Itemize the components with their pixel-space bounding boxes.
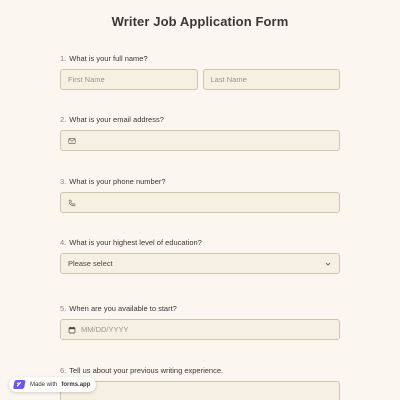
made-with-text: Made with (30, 381, 58, 388)
form-page: Writer Job Application Form 1. What is y… (0, 0, 400, 400)
form-title: Writer Job Application Form (111, 14, 289, 29)
question-text: What is your phone number? (69, 177, 166, 186)
question-education: 4. What is your highest level of educati… (60, 238, 340, 274)
start-date-input[interactable]: MM/DD/YYYY (60, 319, 340, 340)
question-number: 6. (60, 366, 67, 375)
question-label: 2. What is your email address? (60, 115, 340, 124)
forms-app-logo-icon (13, 380, 26, 389)
question-number: 1. (60, 54, 67, 63)
question-label: 4. What is your highest level of educati… (60, 238, 340, 247)
experience-textarea[interactable] (60, 381, 340, 400)
question-label: 5. When are you available to start? (60, 304, 340, 313)
question-number: 5. (60, 304, 67, 313)
education-select[interactable]: Please select (60, 253, 340, 274)
first-name-placeholder: First Name (68, 75, 105, 84)
calendar-icon (68, 326, 76, 333)
last-name-input[interactable]: Last Name (202, 69, 340, 90)
question-label: 3. What is your phone number? (60, 177, 340, 186)
question-phone: 3. What is your phone number? (60, 177, 340, 213)
question-experience: 6. Tell us about your previous writing e… (60, 366, 340, 400)
question-email: 2. What is your email address? (60, 115, 340, 151)
name-fields: First Name Last Name (60, 69, 340, 90)
envelope-icon (68, 137, 76, 144)
chevron-down-icon (325, 262, 331, 266)
question-label: 1. What is your full name? (60, 54, 340, 63)
question-number: 3. (60, 177, 67, 186)
email-input[interactable] (60, 130, 340, 151)
made-with-forms-app-badge[interactable]: Made with forms.app (9, 377, 97, 392)
phone-icon (68, 199, 76, 206)
question-start-date: 5. When are you available to start? MM/D… (60, 304, 340, 340)
question-text: What is your email address? (69, 115, 164, 124)
start-date-placeholder: MM/DD/YYYY (81, 325, 129, 334)
last-name-placeholder: Last Name (210, 75, 247, 84)
question-full-name: 1. What is your full name? First Name La… (60, 54, 340, 90)
question-text: What is your highest level of education? (69, 238, 202, 247)
first-name-input[interactable]: First Name (60, 69, 198, 90)
question-number: 2. (60, 115, 67, 124)
education-selected-value: Please select (68, 259, 113, 268)
forms-app-brand: forms.app (61, 381, 91, 388)
question-text: Tell us about your previous writing expe… (69, 366, 224, 375)
question-number: 4. (60, 238, 67, 247)
question-text: When are you available to start? (69, 304, 177, 313)
question-text: What is your full name? (69, 54, 148, 63)
phone-input[interactable] (60, 192, 340, 213)
question-label: 6. Tell us about your previous writing e… (60, 366, 340, 375)
